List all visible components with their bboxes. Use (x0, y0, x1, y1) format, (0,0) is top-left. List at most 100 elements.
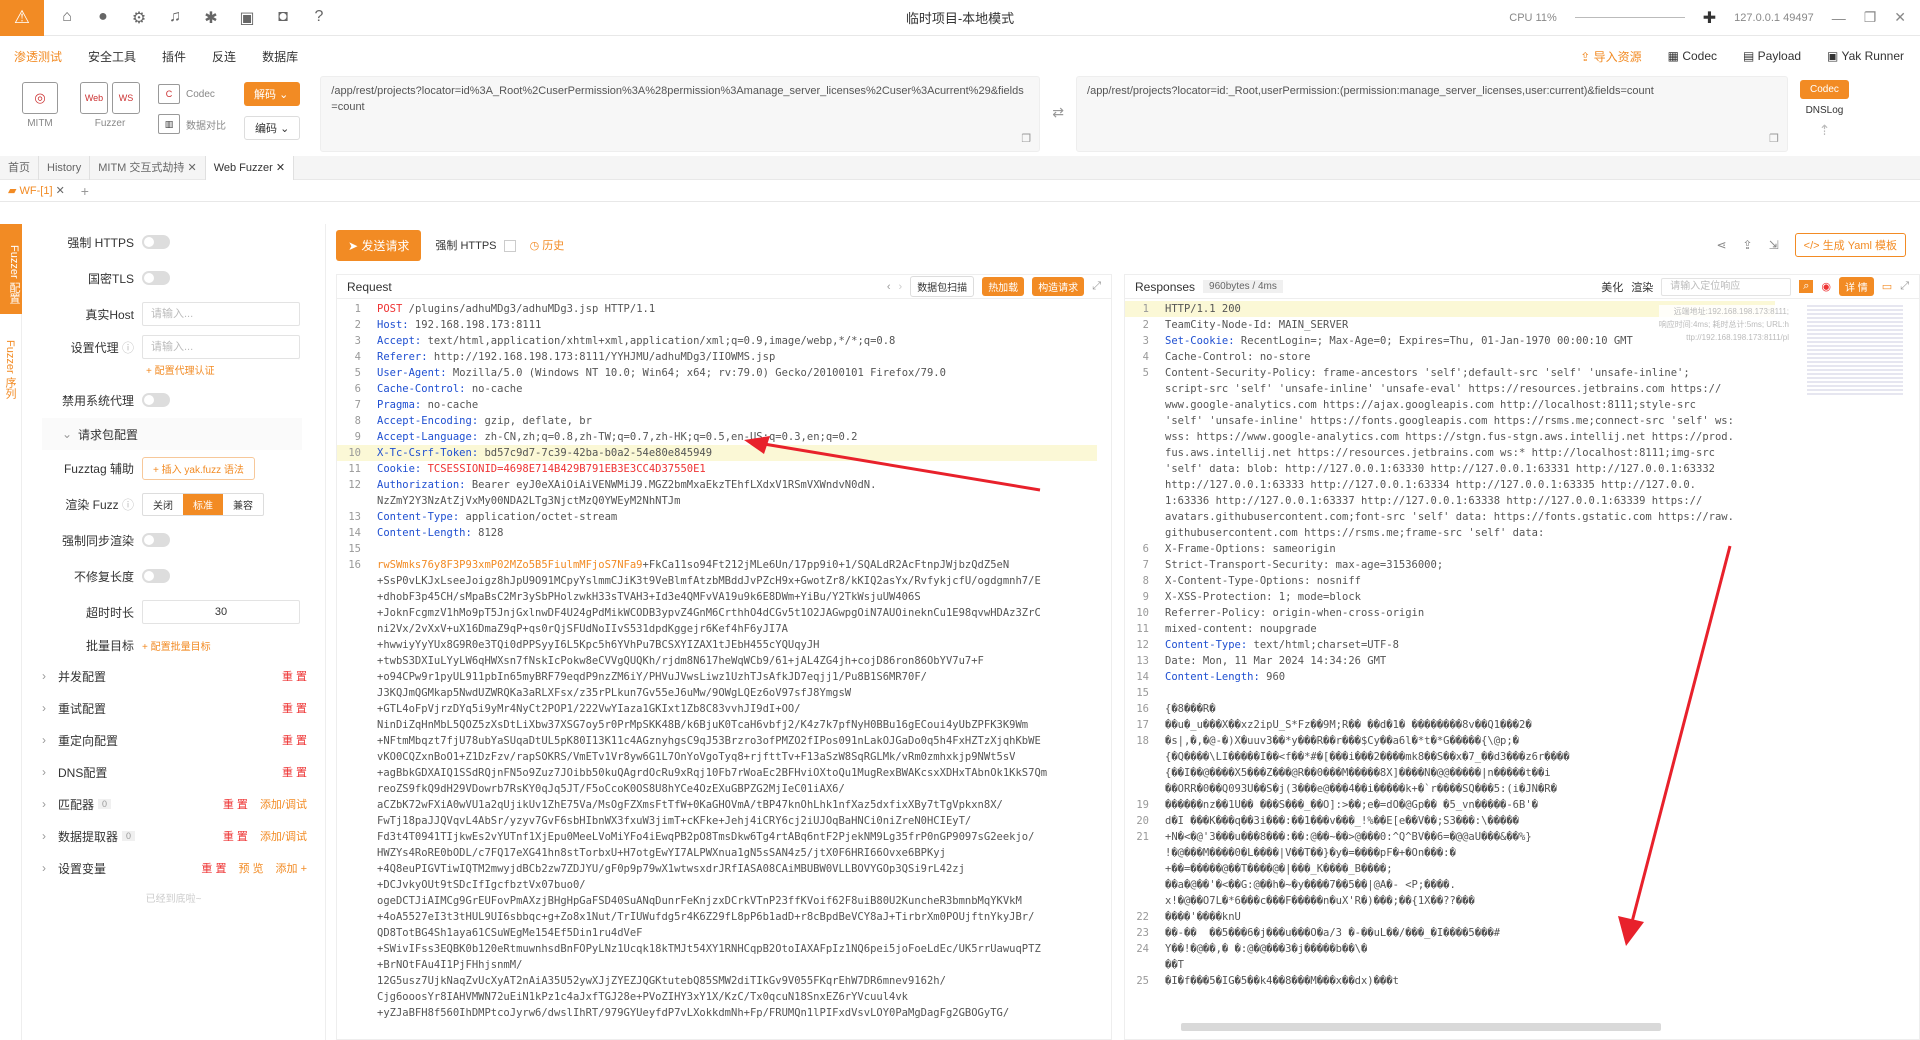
gear-icon[interactable]: ⚙ (128, 8, 150, 28)
prev-icon[interactable]: ‹ (887, 281, 891, 293)
render-compat-option[interactable]: 兼容 (223, 494, 263, 515)
codec-tool[interactable]: C Codec (158, 84, 226, 104)
tab-home[interactable]: 首页 (0, 155, 39, 180)
add-tab-icon[interactable]: + (81, 183, 89, 199)
close-icon[interactable]: ✕ (276, 162, 285, 174)
menu-plugins[interactable]: 插件 (162, 48, 186, 65)
fullscreen-icon[interactable]: ⤢ (1900, 280, 1909, 293)
bell-icon[interactable]: ♫ (164, 8, 186, 28)
generate-yaml-button[interactable]: </> 生成 Yaml 模板 (1794, 233, 1906, 257)
fullscreen-icon[interactable]: ⤢ (1092, 280, 1101, 293)
yak-runner-button[interactable]: ▣ Yak Runner (1827, 49, 1904, 63)
user-avatar-icon[interactable]: ● (92, 8, 114, 28)
force-sync-toggle[interactable] (142, 533, 170, 547)
terminal-icon[interactable]: ▣ (236, 8, 258, 28)
yakit-logo-icon[interactable]: ⚠ (0, 0, 44, 36)
close-icon[interactable]: ✕ (56, 185, 65, 197)
reset-button[interactable]: 重 置 (282, 668, 307, 684)
sub-tab-wf1[interactable]: ▰ WF-[1] ✕ (8, 184, 65, 197)
maximize-icon[interactable]: ❐ (1864, 9, 1877, 26)
share-icon[interactable]: ⋖ (1716, 238, 1726, 252)
request-editor[interactable]: 1 POST /plugins/adhuMDg3/adhuMDg3.jsp HTT… (337, 299, 1097, 1039)
fuzzer-config-tab[interactable]: Fuzzer 配置 (0, 224, 22, 314)
bug-icon[interactable]: ✱ (200, 8, 222, 28)
section-concurrency[interactable]: › 并发配置重 置 (22, 660, 325, 692)
section-dns[interactable]: › DNS配置重 置 (22, 756, 325, 788)
section-matcher[interactable]: › 匹配器 0 重 置添加/调试 (22, 788, 325, 820)
decode-button[interactable]: 解码 ⌄ (244, 82, 301, 106)
swap-icon[interactable]: ⇄ (1052, 76, 1064, 121)
close-icon[interactable]: ✕ (1894, 9, 1906, 26)
gm-tls-toggle[interactable] (142, 271, 170, 285)
batch-target-link[interactable]: + 配置批量目标 (142, 638, 211, 653)
tab-history[interactable]: History (39, 155, 91, 180)
preview-button[interactable]: 预 览 (238, 860, 263, 876)
tab-web-fuzzer[interactable]: Web Fuzzer ✕ (205, 155, 295, 180)
home-icon[interactable]: ⌂ (56, 8, 78, 28)
next-icon[interactable]: › (899, 281, 903, 293)
tab-mitm[interactable]: MITM 交互式劫持 ✕ (90, 155, 206, 180)
mitm-tool[interactable]: ◎ MITM (18, 76, 62, 129)
menu-security-tools[interactable]: 安全工具 (88, 48, 136, 65)
timeout-input[interactable]: 30 (142, 600, 300, 624)
proxy-auth-link[interactable]: + 配置代理认证 (146, 366, 215, 377)
add-debug-button[interactable]: 添加/调试 (260, 796, 307, 812)
encode-button[interactable]: 编码 ⌄ (244, 116, 301, 140)
compare-tool[interactable]: ▥ 数据对比 (158, 114, 226, 134)
hot-load-button[interactable]: 热加载 (982, 277, 1025, 296)
reset-button[interactable]: 重 置 (223, 796, 248, 812)
fuzzer-tool[interactable]: Web WS Fuzzer (74, 76, 146, 129)
camera-icon[interactable]: ◘ (272, 8, 294, 28)
import-icon[interactable]: ⇲ (1769, 238, 1779, 252)
search-icon[interactable]: ⌕ (1799, 280, 1814, 293)
close-icon[interactable]: ✕ (187, 162, 196, 174)
comment-icon[interactable]: ▭ (1882, 280, 1892, 293)
chrome-icon[interactable]: ◉ (1821, 280, 1831, 293)
render-off-option[interactable]: 关闭 (143, 494, 183, 515)
proxy-input[interactable]: 请输入... (142, 335, 300, 359)
disable-sys-proxy-toggle[interactable] (142, 393, 170, 407)
menu-pentest[interactable]: 渗透测试 (14, 48, 62, 65)
codec-output[interactable]: /app/rest/projects?locator=id:_Root,user… (1076, 76, 1789, 152)
codec-input[interactable]: /app/rest/projects?locator=id%3A_Root%2C… (320, 76, 1041, 152)
build-request-button[interactable]: 构造请求 (1032, 277, 1085, 296)
help-icon[interactable]: ? (308, 8, 330, 28)
payload-menu-button[interactable]: ▤ Payload (1743, 49, 1801, 63)
no-fix-length-toggle[interactable] (142, 569, 170, 583)
fuzzer-sequence-tab[interactable]: Fuzzer 序列 (2, 340, 18, 399)
section-variables[interactable]: › 设置变量重 置预 览添加 + (22, 852, 325, 884)
menu-reverse[interactable]: 反连 (212, 48, 236, 65)
force-https-toggle[interactable] (142, 235, 170, 249)
render-standard-option[interactable]: 标准 (183, 493, 223, 515)
section-redirect[interactable]: › 重定向配置重 置 (22, 724, 325, 756)
section-request-config[interactable]: ⌄ 请求包配置 (42, 418, 302, 450)
horizontal-scrollbar[interactable] (1181, 1023, 1661, 1031)
dnslog-button[interactable]: DNSLog (1806, 105, 1844, 116)
import-resource-button[interactable]: ⇪ 导入资源 (1580, 48, 1641, 65)
response-editor[interactable]: 1 HTTP/1.1 200 2 TeamCity-Node-Id: MAIN_SER… (1125, 299, 1775, 1039)
render-button[interactable]: 渲染 (1631, 279, 1653, 295)
add-variable-button[interactable]: 添加 + (276, 860, 307, 876)
collapse-icon[interactable]: ⇡ (1819, 122, 1831, 139)
reset-button[interactable]: 重 置 (223, 828, 248, 844)
history-button[interactable]: ◷ 历史 (530, 237, 565, 253)
engine-icon[interactable]: ✚ (1703, 8, 1716, 28)
reset-button[interactable]: 重 置 (201, 860, 226, 876)
reset-button[interactable]: 重 置 (282, 764, 307, 780)
codec-button[interactable]: Codec (1800, 80, 1849, 99)
reset-button[interactable]: 重 置 (282, 732, 307, 748)
insert-yak-fuzz-button[interactable]: + 插入 yak.fuzz 语法 (142, 456, 255, 480)
section-extractor[interactable]: › 数据提取器 0 重 置添加/调试 (22, 820, 325, 852)
beautify-button[interactable]: 美化 (1601, 279, 1623, 295)
copy-icon[interactable]: ❐ (1769, 131, 1779, 147)
menu-database[interactable]: 数据库 (262, 48, 298, 65)
packet-scan-button[interactable]: 数据包扫描 (910, 276, 975, 297)
response-search-input[interactable]: 请输入定位响应 (1661, 277, 1792, 296)
real-host-input[interactable]: 请输入... (142, 302, 300, 326)
export-icon[interactable]: ⇪ (1743, 238, 1753, 252)
minimize-icon[interactable]: — (1832, 10, 1846, 26)
copy-icon[interactable]: ❐ (1021, 131, 1031, 147)
send-request-button[interactable]: ➤ 发送请求 (336, 229, 422, 261)
reset-button[interactable]: 重 置 (282, 700, 307, 716)
force-https-checkbox[interactable]: 强制 HTTPS (435, 237, 516, 253)
